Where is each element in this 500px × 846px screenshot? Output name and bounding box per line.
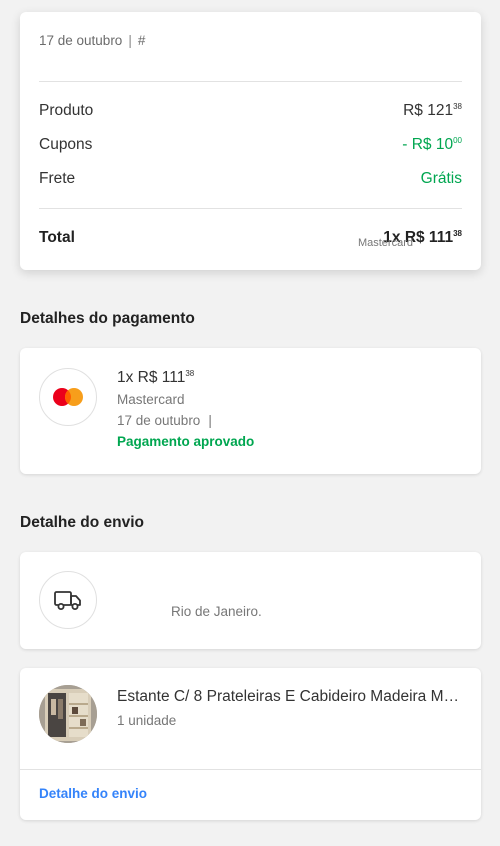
mastercard-icon [39,368,97,426]
shipping-address: Rio de Janeiro. [171,604,262,619]
summary-row-value: - R$ 1000 [402,136,462,153]
summary-divider-top [39,81,462,82]
summary-divider-bottom [39,208,462,209]
item-title[interactable]: Estante C/ 8 Prateleiras E Cabideiro Mad… [117,688,465,706]
item-card: Estante C/ 8 Prateleiras E Cabideiro Mad… [20,668,481,820]
summary-row-label: Frete [39,170,76,187]
shipping-card: Rio de Janeiro. [20,552,481,649]
item-divider [20,769,481,770]
order-summary-card: 17 de outubro | # Produto R$ 12138 Cupons … [20,12,481,270]
summary-row-label: Cupons [39,136,93,153]
summary-row-value: R$ 12138 [403,102,462,119]
order-header: 17 de outubro | # [39,33,145,48]
summary-row-label: Produto [39,102,94,119]
summary-row-product: Produto R$ 12138 [39,102,462,120]
payment-brand: Mastercard [117,392,185,407]
total-payment-method: Mastercard [357,237,413,249]
order-header-separator: | [128,33,132,48]
order-date: 17 de outubro [39,33,123,48]
payment-info: 1x R$ 11138 Mastercard 17 de outubro | Pa… [117,369,254,449]
shipping-section-title: Detalhe do envio [20,514,145,531]
summary-row-shipping: Frete Grátis [39,170,462,188]
shipping-detail-link[interactable]: Detalhe do envio [39,786,147,801]
payment-status: Pagamento aprovado [117,434,255,449]
item-quantity: 1 unidade [117,713,177,728]
payment-card: 1x R$ 11138 Mastercard 17 de outubro | Pa… [20,348,481,474]
payment-section-title: Detalhes do pagamento [20,310,195,327]
total-label: Total [39,229,75,246]
summary-row-value: Grátis [420,170,462,187]
mastercard-logo [53,388,83,406]
summary-row-coupons: Cupons - R$ 1000 [39,136,462,154]
product-thumbnail[interactable] [39,685,97,743]
payment-date: 17 de outubro | [117,413,212,428]
truck-icon [39,571,97,629]
payment-amount: 1x R$ 11138 [117,369,195,386]
order-number: # [137,33,146,48]
